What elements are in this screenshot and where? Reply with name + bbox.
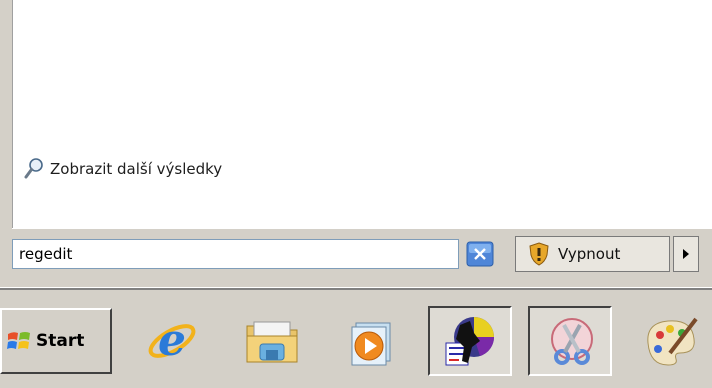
shutdown-button[interactable]: Vypnout: [515, 236, 670, 272]
taskbar-paint[interactable]: [628, 306, 712, 376]
chevron-right-icon: [683, 249, 689, 259]
see-more-results-label: Zobrazit další výsledky: [50, 160, 223, 178]
taskbar-snipping-tool[interactable]: [528, 306, 612, 376]
taskbar-divider: [0, 288, 712, 290]
start-menu: Zobrazit další výsledky Vypnout: [0, 0, 712, 287]
clear-search-button[interactable]: [466, 241, 494, 267]
search-icon: [24, 158, 43, 179]
taskbar: Start e: [0, 287, 712, 388]
snipping-tool-icon: [551, 318, 593, 365]
media-player-icon: [351, 322, 391, 366]
taskbar-internet-explorer[interactable]: e: [130, 306, 214, 376]
see-more-results-link[interactable]: Zobrazit další výsledky: [24, 155, 222, 183]
internet-explorer-icon: e: [148, 315, 196, 366]
shutdown-options-button[interactable]: [673, 236, 699, 272]
start-label: Start: [36, 331, 85, 351]
taskbar-file-explorer[interactable]: [230, 306, 314, 376]
svg-text:e: e: [158, 315, 186, 366]
windows-logo-icon: [7, 332, 30, 349]
start-button[interactable]: Start: [0, 308, 112, 374]
taskbar-media-player[interactable]: [330, 306, 414, 376]
taskbar-game[interactable]: [428, 306, 512, 376]
search-input[interactable]: [12, 239, 459, 269]
close-icon: [466, 241, 494, 267]
search-results-pane: [12, 0, 712, 228]
file-explorer-icon: [246, 321, 298, 363]
paint-icon: [647, 317, 698, 366]
search-bar: Vypnout: [0, 229, 712, 287]
shutdown-label: Vypnout: [558, 245, 621, 263]
game-icon: [445, 317, 494, 366]
shield-icon: [529, 242, 549, 266]
